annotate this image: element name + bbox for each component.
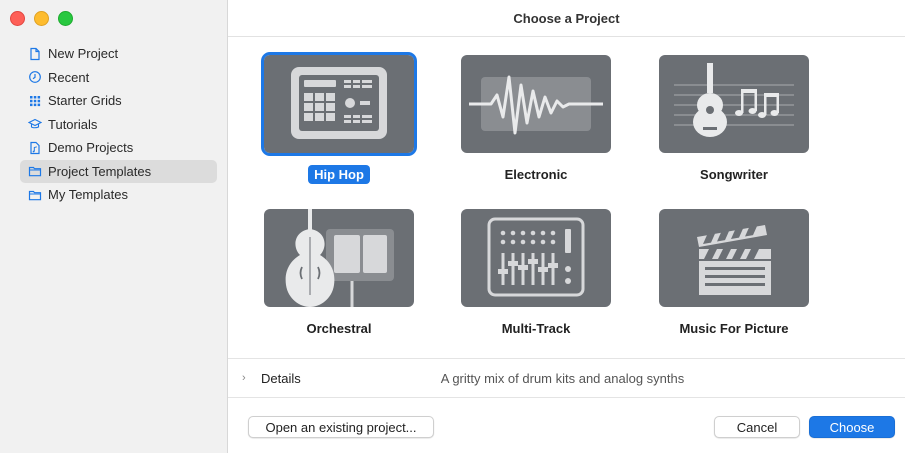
template-music-for-picture[interactable]: Music For Picture: [659, 209, 809, 336]
template-label: Music For Picture: [679, 321, 789, 336]
double-bass-icon: [285, 209, 394, 307]
sidebar-item-my-templates[interactable]: My Templates: [20, 183, 217, 207]
template-electronic[interactable]: Electronic: [461, 55, 611, 182]
drum-machine-icon: [291, 67, 387, 139]
mixer-icon: [487, 217, 585, 297]
template-thumbnail[interactable]: [264, 209, 414, 307]
sidebar-item-label: Starter Grids: [48, 93, 122, 109]
window-title: Choose a Project: [228, 0, 905, 37]
sidebar-item-project-templates[interactable]: Project Templates: [20, 159, 217, 183]
template-thumbnail[interactable]: [461, 209, 611, 307]
window-controls: [10, 11, 73, 26]
template-hip-hop[interactable]: Hip Hop: [261, 52, 417, 184]
sidebar-item-label: My Templates: [48, 187, 128, 203]
sidebar-item-label: Demo Projects: [48, 140, 134, 156]
graduation-cap-icon: [28, 117, 42, 131]
template-label: Songwriter: [700, 167, 768, 182]
choose-button[interactable]: Choose: [809, 416, 895, 438]
sidebar-item-starter-grids[interactable]: Starter Grids: [20, 89, 217, 113]
clock-icon: [28, 70, 42, 84]
sidebar-item-tutorials[interactable]: Tutorials: [20, 113, 217, 137]
open-existing-project-button[interactable]: Open an existing project...: [248, 416, 434, 438]
template-description: A gritty mix of drum kits and analog syn…: [440, 370, 685, 386]
guitar-icon: [674, 63, 794, 137]
sidebar-item-new-project[interactable]: New Project: [20, 42, 217, 66]
sidebar-item-label: Tutorials: [48, 116, 98, 132]
template-thumbnail[interactable]: [261, 52, 417, 156]
choose-project-window: New Project Recent Starter Grids Tutoria…: [0, 0, 905, 453]
template-multi-track[interactable]: Multi-Track: [461, 209, 611, 336]
template-songwriter[interactable]: Songwriter: [659, 55, 809, 182]
sidebar-item-recent[interactable]: Recent: [20, 66, 217, 90]
sidebar-item-label: Recent: [48, 69, 90, 85]
details-disclosure[interactable]: › Details A gritty mix of drum kits and …: [228, 358, 905, 398]
minimize-window-button[interactable]: [34, 11, 49, 26]
sidebar-item-label: Project Templates: [48, 163, 152, 179]
sidebar-item-label: New Project: [48, 46, 119, 62]
template-orchestral[interactable]: Orchestral: [264, 209, 414, 336]
template-thumbnail[interactable]: [461, 55, 611, 153]
zoom-window-button[interactable]: [58, 11, 73, 26]
folder-icon: [28, 164, 42, 178]
folder-icon: [28, 188, 42, 202]
grid-icon: [28, 94, 42, 108]
document-icon: [28, 47, 42, 61]
main-panel: Choose a Project Hip Hop Electronic Song…: [228, 0, 905, 453]
template-label: Hip Hop: [264, 165, 414, 184]
template-label: Orchestral: [306, 321, 372, 336]
sidebar-item-demo-projects[interactable]: Demo Projects: [20, 136, 217, 160]
details-label: Details: [261, 370, 301, 386]
cancel-button[interactable]: Cancel: [714, 416, 800, 438]
sidebar-nav: New Project Recent Starter Grids Tutoria…: [20, 42, 217, 207]
template-label: Multi-Track: [501, 321, 571, 336]
close-window-button[interactable]: [10, 11, 25, 26]
template-thumbnail[interactable]: [659, 209, 809, 307]
document-music-icon: [28, 141, 42, 155]
template-thumbnail[interactable]: [659, 55, 809, 153]
waveform-icon: [469, 75, 603, 135]
sidebar: New Project Recent Starter Grids Tutoria…: [0, 0, 228, 453]
clapperboard-icon: [697, 225, 771, 295]
template-label: Electronic: [504, 167, 568, 182]
chevron-right-icon[interactable]: ›: [242, 372, 250, 384]
